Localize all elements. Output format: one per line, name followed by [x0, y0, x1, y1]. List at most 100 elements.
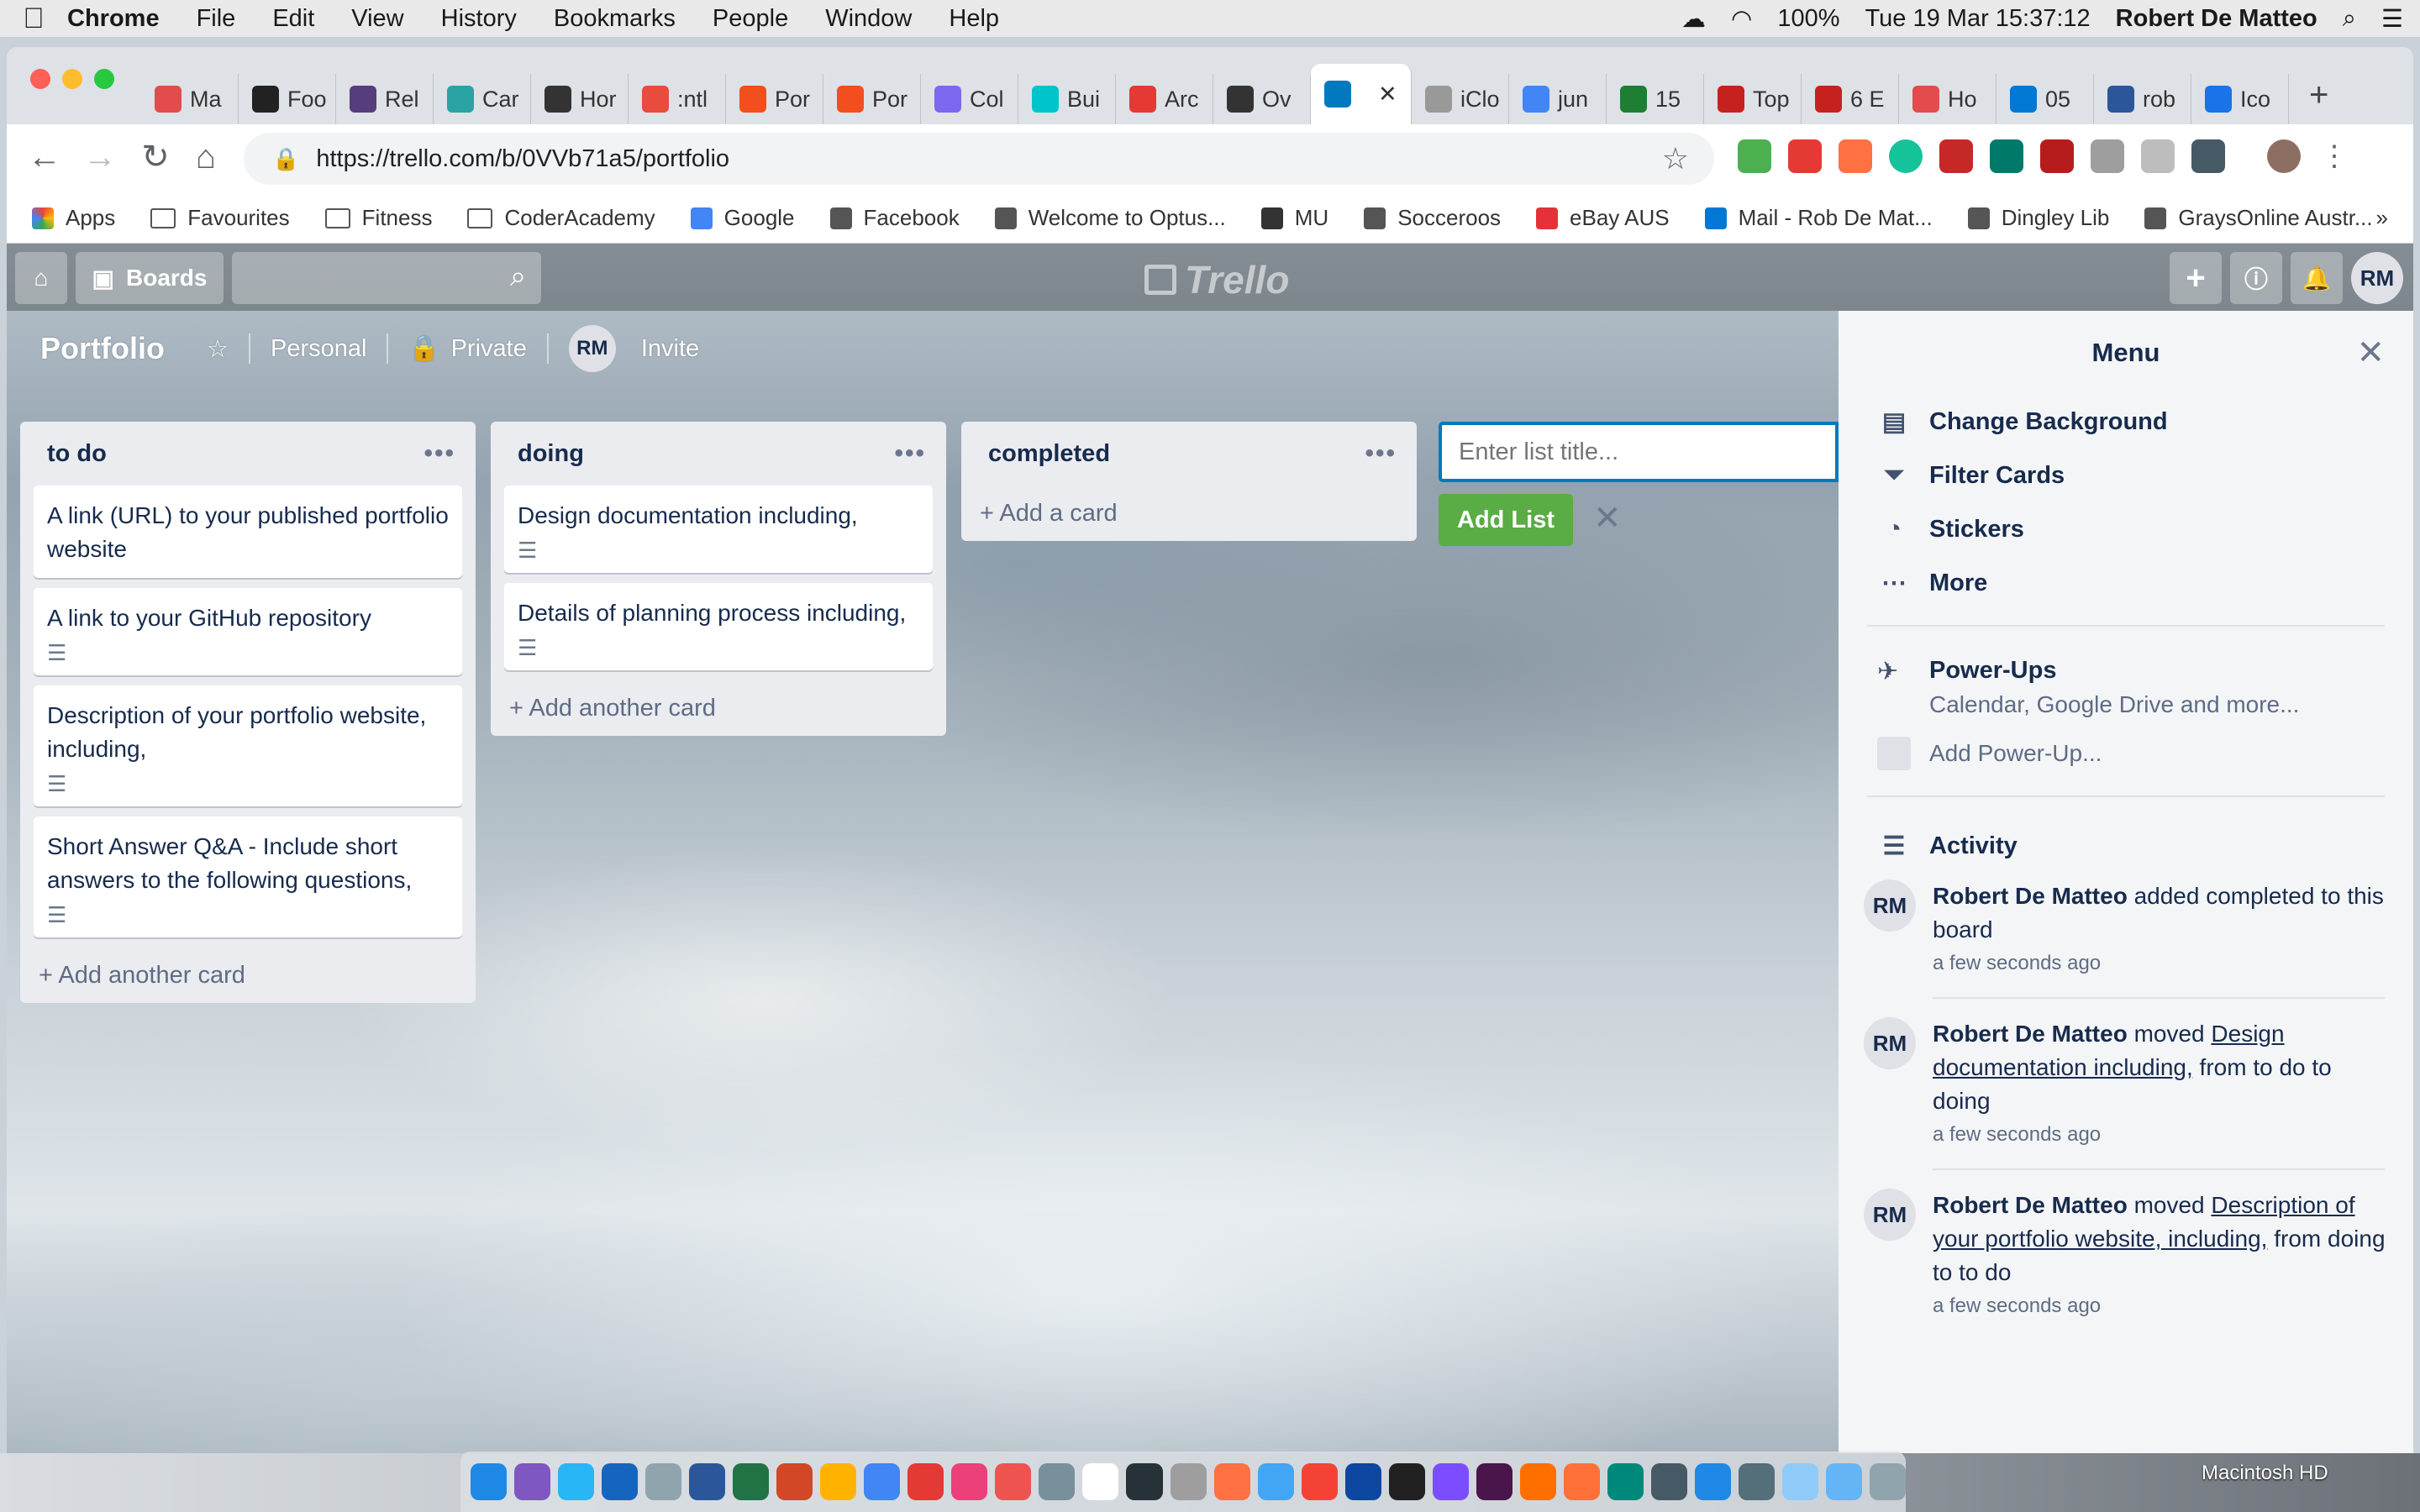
browser-tab[interactable]: 15 [1607, 74, 1704, 124]
card[interactable]: Description of your portfolio website, i… [34, 685, 462, 806]
user-name[interactable]: Robert De Matteo [2116, 5, 2317, 33]
add-card-button[interactable]: + Add another card [20, 948, 476, 1003]
activity-timestamp[interactable]: a few seconds ago [1933, 1118, 2388, 1152]
zoom-window-button[interactable] [94, 69, 114, 89]
browser-tab[interactable]: Col [921, 74, 1018, 124]
dock-app-icon[interactable] [1607, 1463, 1644, 1500]
spotlight-icon[interactable]: ⌕ [2343, 5, 2356, 33]
browser-tab[interactable]: Ov [1213, 74, 1311, 124]
menu-people[interactable]: People [713, 5, 788, 33]
forward-icon[interactable]: → [79, 136, 121, 178]
extension-icon[interactable] [2191, 139, 2225, 173]
dock-app-icon[interactable] [1082, 1463, 1119, 1500]
browser-tab[interactable]: rob [2094, 74, 2191, 124]
menu-app-name[interactable]: Chrome [67, 5, 160, 33]
dock-app-icon[interactable] [1694, 1463, 1731, 1500]
menu-file[interactable]: File [197, 5, 236, 33]
dock-app-icon[interactable] [995, 1463, 1032, 1500]
apple-icon[interactable]:  [0, 3, 67, 35]
list-menu-icon[interactable]: ••• [424, 439, 455, 468]
browser-tab[interactable]: :ntl [629, 74, 726, 124]
trello-logo[interactable]: Trello [1144, 257, 1289, 302]
browser-tab[interactable]: Foo [239, 74, 336, 124]
dock-app-icon[interactable] [1388, 1463, 1425, 1500]
dock-app-icon[interactable] [1039, 1463, 1076, 1500]
dock-app-icon[interactable] [1738, 1463, 1775, 1500]
list-header[interactable]: to do ••• [20, 422, 476, 486]
bookmark-star-icon[interactable]: ☆ [1662, 141, 1689, 176]
menu-history[interactable]: History [441, 5, 517, 33]
dock-app-icon[interactable] [1825, 1463, 1862, 1500]
bookmark-item[interactable]: CoderAcademy [467, 205, 655, 231]
board-member-avatar[interactable]: RM [568, 325, 616, 372]
home-icon[interactable]: ⌂ [185, 136, 227, 178]
card[interactable]: Details of planning process including, ☰ [504, 583, 933, 670]
extension-icon[interactable] [2040, 139, 2074, 173]
create-button[interactable]: + [2170, 252, 2222, 304]
bookmark-item[interactable]: Apps [32, 205, 115, 231]
activity-timestamp[interactable]: a few seconds ago [1933, 1289, 2388, 1323]
dock-app-icon[interactable] [951, 1463, 988, 1500]
member-avatar[interactable]: RM [2351, 252, 2403, 304]
browser-tab[interactable]: Top [1704, 74, 1802, 124]
dock-app-icon[interactable] [1126, 1463, 1163, 1500]
card[interactable]: Short Answer Q&A - Include short answers… [34, 816, 462, 937]
more-bookmarks-button[interactable]: » [2376, 205, 2388, 231]
dock-app-icon[interactable] [908, 1463, 944, 1500]
dock-app-icon[interactable] [514, 1463, 551, 1500]
info-icon[interactable]: ⓘ [2230, 252, 2282, 304]
bookmark-item[interactable]: GraysOnline Austr... [2144, 205, 2373, 231]
dock-app-icon[interactable] [1170, 1463, 1207, 1500]
browser-tab[interactable]: Arc [1116, 74, 1213, 124]
browser-tab[interactable]: Rel [336, 74, 434, 124]
filter-cards-item[interactable]: ⏷ Filter Cards [1839, 449, 2413, 502]
dock-app-icon[interactable] [1870, 1463, 1907, 1500]
dock-app-icon[interactable] [1213, 1463, 1250, 1500]
browser-tab[interactable]: Car [434, 74, 531, 124]
member-avatar[interactable]: RM [1864, 879, 1916, 932]
activity-timestamp[interactable]: a few seconds ago [1933, 947, 2388, 980]
list-header[interactable]: doing ••• [491, 422, 946, 486]
dock-app-icon[interactable] [1301, 1463, 1338, 1500]
dock-app-icon[interactable] [602, 1463, 639, 1500]
activity-member-name[interactable]: Robert De Matteo [1933, 1021, 2128, 1047]
list-title-input[interactable] [1439, 422, 1839, 482]
power-ups-section[interactable]: ✈ Power-Ups Calendar, Google Drive and m… [1839, 642, 2413, 718]
extension-icon[interactable] [2091, 139, 2124, 173]
dock-app-icon[interactable] [1344, 1463, 1381, 1500]
dock-app-icon[interactable] [1519, 1463, 1556, 1500]
browser-tab[interactable]: 6 E [1802, 74, 1899, 124]
list-title[interactable]: completed [988, 440, 1110, 468]
browser-tab[interactable]: Bui [1018, 74, 1116, 124]
cloud-icon[interactable]: ☁ [1681, 4, 1706, 34]
close-icon[interactable]: ✕ [2356, 333, 2385, 372]
dock-app-icon[interactable] [776, 1463, 813, 1500]
member-avatar[interactable]: RM [1864, 1017, 1916, 1069]
extension-icon[interactable] [1939, 139, 1973, 173]
battery-percent[interactable]: 100% [1777, 5, 1839, 33]
boards-button[interactable]: ▣ Boards [76, 252, 224, 304]
browser-tab[interactable]: iClo [1412, 74, 1509, 124]
extension-icon[interactable] [1788, 139, 1822, 173]
visibility-button[interactable]: 🔒 Private [408, 334, 526, 363]
macintosh-hd-label[interactable]: Macintosh HD [2202, 1462, 2328, 1485]
back-icon[interactable]: ← [24, 136, 66, 178]
activity-member-name[interactable]: Robert De Matteo [1933, 1192, 2128, 1218]
dock-app-icon[interactable] [1257, 1463, 1294, 1500]
new-tab-button[interactable]: + [2309, 76, 2328, 114]
bookmark-item[interactable]: Google [690, 205, 795, 231]
notification-center-icon[interactable]: ☰ [2381, 4, 2403, 34]
dock-app-icon[interactable] [1432, 1463, 1469, 1500]
close-window-button[interactable] [30, 69, 50, 89]
star-icon[interactable]: ☆ [207, 334, 229, 364]
bookmark-item[interactable]: Welcome to Optus... [994, 205, 1226, 231]
activity-header[interactable]: ☰ Activity [1839, 812, 2413, 879]
address-bar[interactable]: 🔒 https://trello.com/b/0VVb71a5/portfoli… [244, 133, 1714, 185]
browser-tab[interactable]: ✕ [1311, 64, 1412, 124]
extension-icon[interactable] [2141, 139, 2175, 173]
reload-icon[interactable]: ↻ [134, 136, 176, 178]
dock-app-icon[interactable] [689, 1463, 726, 1500]
activity-member-name[interactable]: Robert De Matteo [1933, 883, 2128, 909]
list-menu-icon[interactable]: ••• [1365, 439, 1397, 468]
search-input[interactable]: ⌕ [232, 252, 541, 304]
